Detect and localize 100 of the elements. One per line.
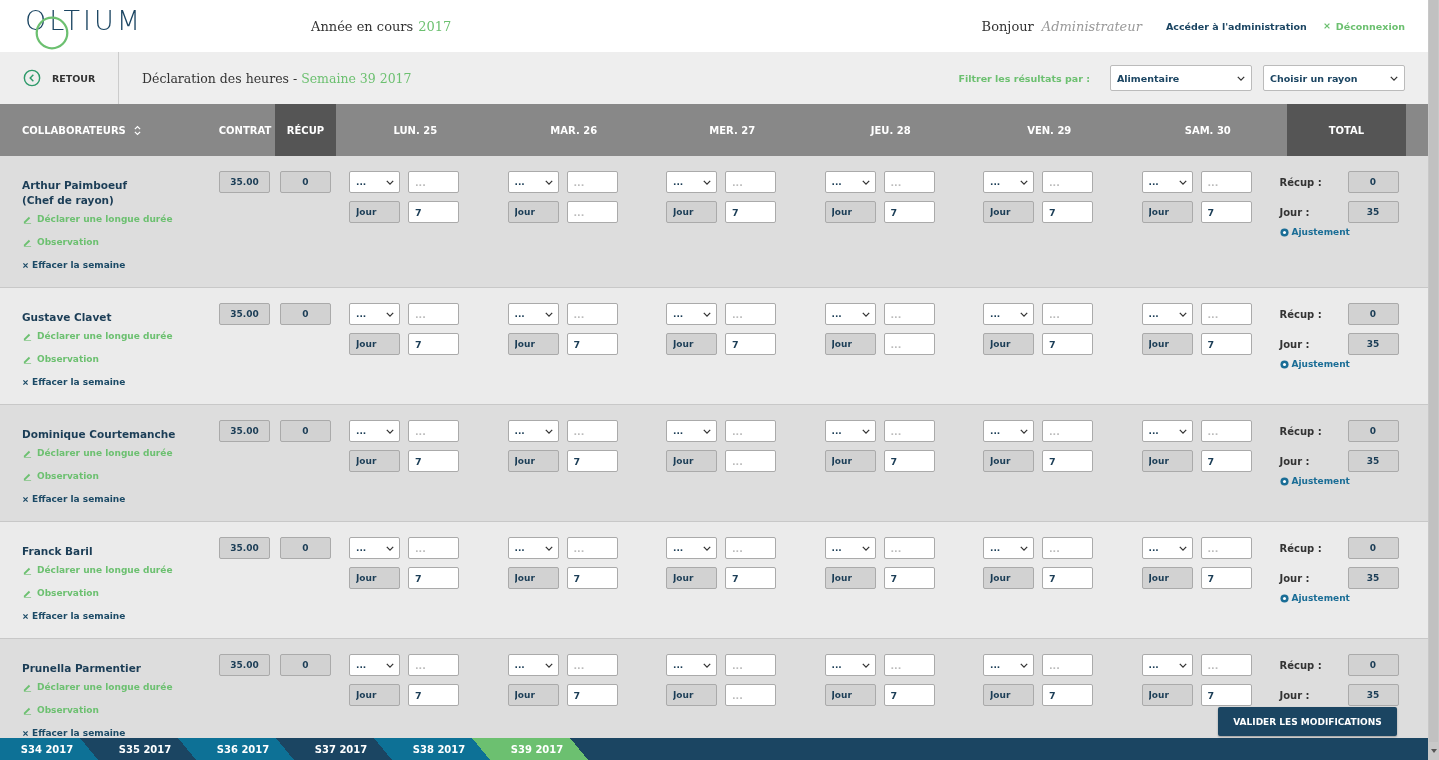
hours-field[interactable]: ...: [408, 420, 459, 442]
day-dropdown[interactable]: ...: [507, 171, 559, 193]
day-total-field[interactable]: 35: [1347, 684, 1399, 706]
hours-field[interactable]: 7: [1042, 201, 1093, 223]
type-field[interactable]: Jour: [349, 333, 400, 355]
contract-field[interactable]: 35.00: [219, 420, 270, 442]
hours-field[interactable]: 7: [408, 567, 459, 589]
hours-field[interactable]: ...: [1042, 537, 1093, 559]
type-field[interactable]: Jour: [983, 201, 1034, 223]
hours-field[interactable]: ...: [883, 537, 935, 559]
day-dropdown[interactable]: ...: [983, 420, 1034, 442]
hours-field[interactable]: 7: [725, 333, 776, 355]
day-dropdown[interactable]: ...: [349, 654, 400, 676]
filter-dropdown[interactable]: Alimentaire: [1110, 65, 1252, 91]
hours-field[interactable]: 7: [883, 684, 935, 706]
type-field[interactable]: Jour: [666, 201, 717, 223]
type-field[interactable]: Jour: [507, 684, 559, 706]
action-link[interactable]: Effacer la semaine: [22, 254, 126, 277]
hours-field[interactable]: ...: [566, 303, 618, 325]
hours-field[interactable]: ...: [566, 171, 618, 193]
hours-field[interactable]: ...: [1042, 303, 1093, 325]
hours-field[interactable]: ...: [408, 171, 459, 193]
week-tab[interactable]: S38 2017: [392, 738, 490, 760]
day-dropdown[interactable]: ...: [1141, 420, 1193, 442]
hours-field[interactable]: ...: [566, 201, 618, 223]
hours-field[interactable]: 7: [1042, 684, 1093, 706]
contract-field[interactable]: 35.00: [219, 303, 270, 325]
type-field[interactable]: Jour: [349, 450, 400, 472]
day-dropdown[interactable]: ...: [507, 420, 559, 442]
contract-field[interactable]: 35.00: [219, 171, 270, 193]
type-field[interactable]: Jour: [507, 201, 559, 223]
day-dropdown[interactable]: ...: [349, 171, 400, 193]
day-dropdown[interactable]: ...: [1141, 654, 1193, 676]
scrollbar[interactable]: [1428, 0, 1439, 760]
hours-field[interactable]: ...: [883, 171, 935, 193]
type-field[interactable]: Jour: [349, 684, 400, 706]
adjustment-link[interactable]: Ajustement: [1279, 359, 1350, 369]
hours-field[interactable]: ...: [883, 654, 935, 676]
recup-total-field[interactable]: 0: [1347, 654, 1399, 676]
recup-field[interactable]: 0: [280, 420, 331, 442]
day-dropdown[interactable]: ...: [824, 537, 876, 559]
hours-field[interactable]: 7: [725, 567, 776, 589]
hours-field[interactable]: ...: [1042, 171, 1093, 193]
recup-field[interactable]: 0: [280, 537, 331, 559]
hours-field[interactable]: ...: [1042, 420, 1093, 442]
recup-total-field[interactable]: 0: [1347, 537, 1399, 559]
hours-field[interactable]: ...: [1200, 420, 1252, 442]
hours-field[interactable]: 7: [1200, 684, 1252, 706]
day-dropdown[interactable]: ...: [1141, 171, 1193, 193]
day-dropdown[interactable]: ...: [507, 303, 559, 325]
day-dropdown[interactable]: ...: [507, 537, 559, 559]
type-field[interactable]: Jour: [824, 567, 876, 589]
type-field[interactable]: Jour: [507, 333, 559, 355]
hours-field[interactable]: ...: [566, 537, 618, 559]
day-dropdown[interactable]: ...: [666, 171, 717, 193]
hours-field[interactable]: ...: [725, 450, 776, 472]
recup-field[interactable]: 0: [280, 171, 331, 193]
day-dropdown[interactable]: ...: [349, 420, 400, 442]
recup-total-field[interactable]: 0: [1347, 171, 1399, 193]
day-dropdown[interactable]: ...: [983, 654, 1034, 676]
contract-field[interactable]: 35.00: [219, 537, 270, 559]
hours-field[interactable]: 7: [566, 333, 618, 355]
day-dropdown[interactable]: ...: [349, 303, 400, 325]
recup-total-field[interactable]: 0: [1347, 303, 1399, 325]
hours-field[interactable]: 7: [1200, 450, 1252, 472]
type-field[interactable]: Jour: [824, 201, 876, 223]
hours-field[interactable]: ...: [408, 537, 459, 559]
day-dropdown[interactable]: ...: [666, 420, 717, 442]
day-dropdown[interactable]: ...: [666, 654, 717, 676]
type-field[interactable]: Jour: [1141, 684, 1193, 706]
adjustment-link[interactable]: Ajustement: [1279, 593, 1350, 603]
filter-dropdown[interactable]: Choisir un rayon: [1263, 65, 1405, 91]
admin-link[interactable]: Accéder à l'administration: [1165, 20, 1307, 32]
hours-field[interactable]: 7: [408, 201, 459, 223]
hours-field[interactable]: 7: [408, 684, 459, 706]
type-field[interactable]: Jour: [666, 333, 717, 355]
day-dropdown[interactable]: ...: [983, 171, 1034, 193]
type-field[interactable]: Jour: [1141, 567, 1193, 589]
day-dropdown[interactable]: ...: [824, 303, 876, 325]
type-field[interactable]: Jour: [824, 684, 876, 706]
type-field[interactable]: Jour: [824, 450, 876, 472]
hours-field[interactable]: ...: [1042, 654, 1093, 676]
hours-field[interactable]: 7: [883, 201, 935, 223]
day-dropdown[interactable]: ...: [824, 420, 876, 442]
type-field[interactable]: Jour: [983, 684, 1034, 706]
hours-field[interactable]: 7: [1200, 567, 1252, 589]
week-tab[interactable]: S34 2017: [0, 738, 98, 760]
type-field[interactable]: Jour: [824, 333, 876, 355]
day-dropdown[interactable]: ...: [349, 537, 400, 559]
hours-field[interactable]: ...: [566, 654, 618, 676]
contract-field[interactable]: 35.00: [219, 654, 270, 676]
hours-field[interactable]: ...: [883, 420, 935, 442]
day-total-field[interactable]: 35: [1347, 567, 1399, 589]
type-field[interactable]: Jour: [349, 201, 400, 223]
hours-field[interactable]: ...: [725, 420, 776, 442]
hours-field[interactable]: ...: [883, 333, 935, 355]
submit-button[interactable]: VALIDER LES MODIFICATIONS: [1218, 707, 1397, 736]
hours-field[interactable]: 7: [566, 567, 618, 589]
day-dropdown[interactable]: ...: [983, 303, 1034, 325]
hours-field[interactable]: 7: [883, 450, 935, 472]
